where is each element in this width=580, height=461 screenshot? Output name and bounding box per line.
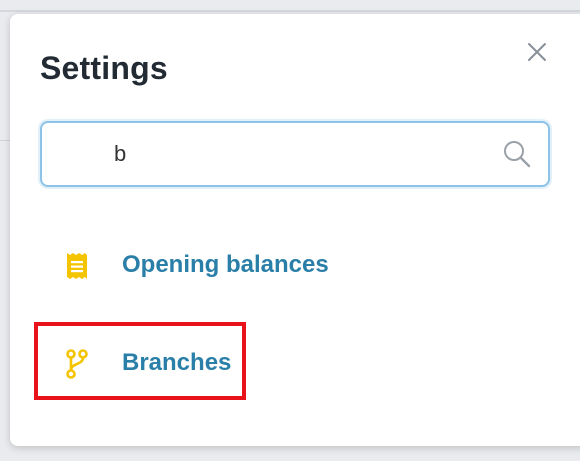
search-input[interactable]: [112, 135, 476, 173]
backdrop-divider: [0, 10, 580, 12]
dialog-title: Settings: [40, 50, 168, 86]
search-icon[interactable]: [502, 139, 532, 169]
settings-dialog: Settings Opening balances Branc: [10, 14, 580, 446]
result-label: Opening balances: [122, 251, 329, 278]
search-field[interactable]: [40, 121, 550, 187]
result-item-opening-balances[interactable]: Opening balances: [58, 241, 358, 291]
close-button[interactable]: [524, 39, 550, 65]
close-icon: [528, 43, 546, 61]
highlight-box: [34, 322, 246, 400]
receipt-icon: [67, 253, 87, 279]
